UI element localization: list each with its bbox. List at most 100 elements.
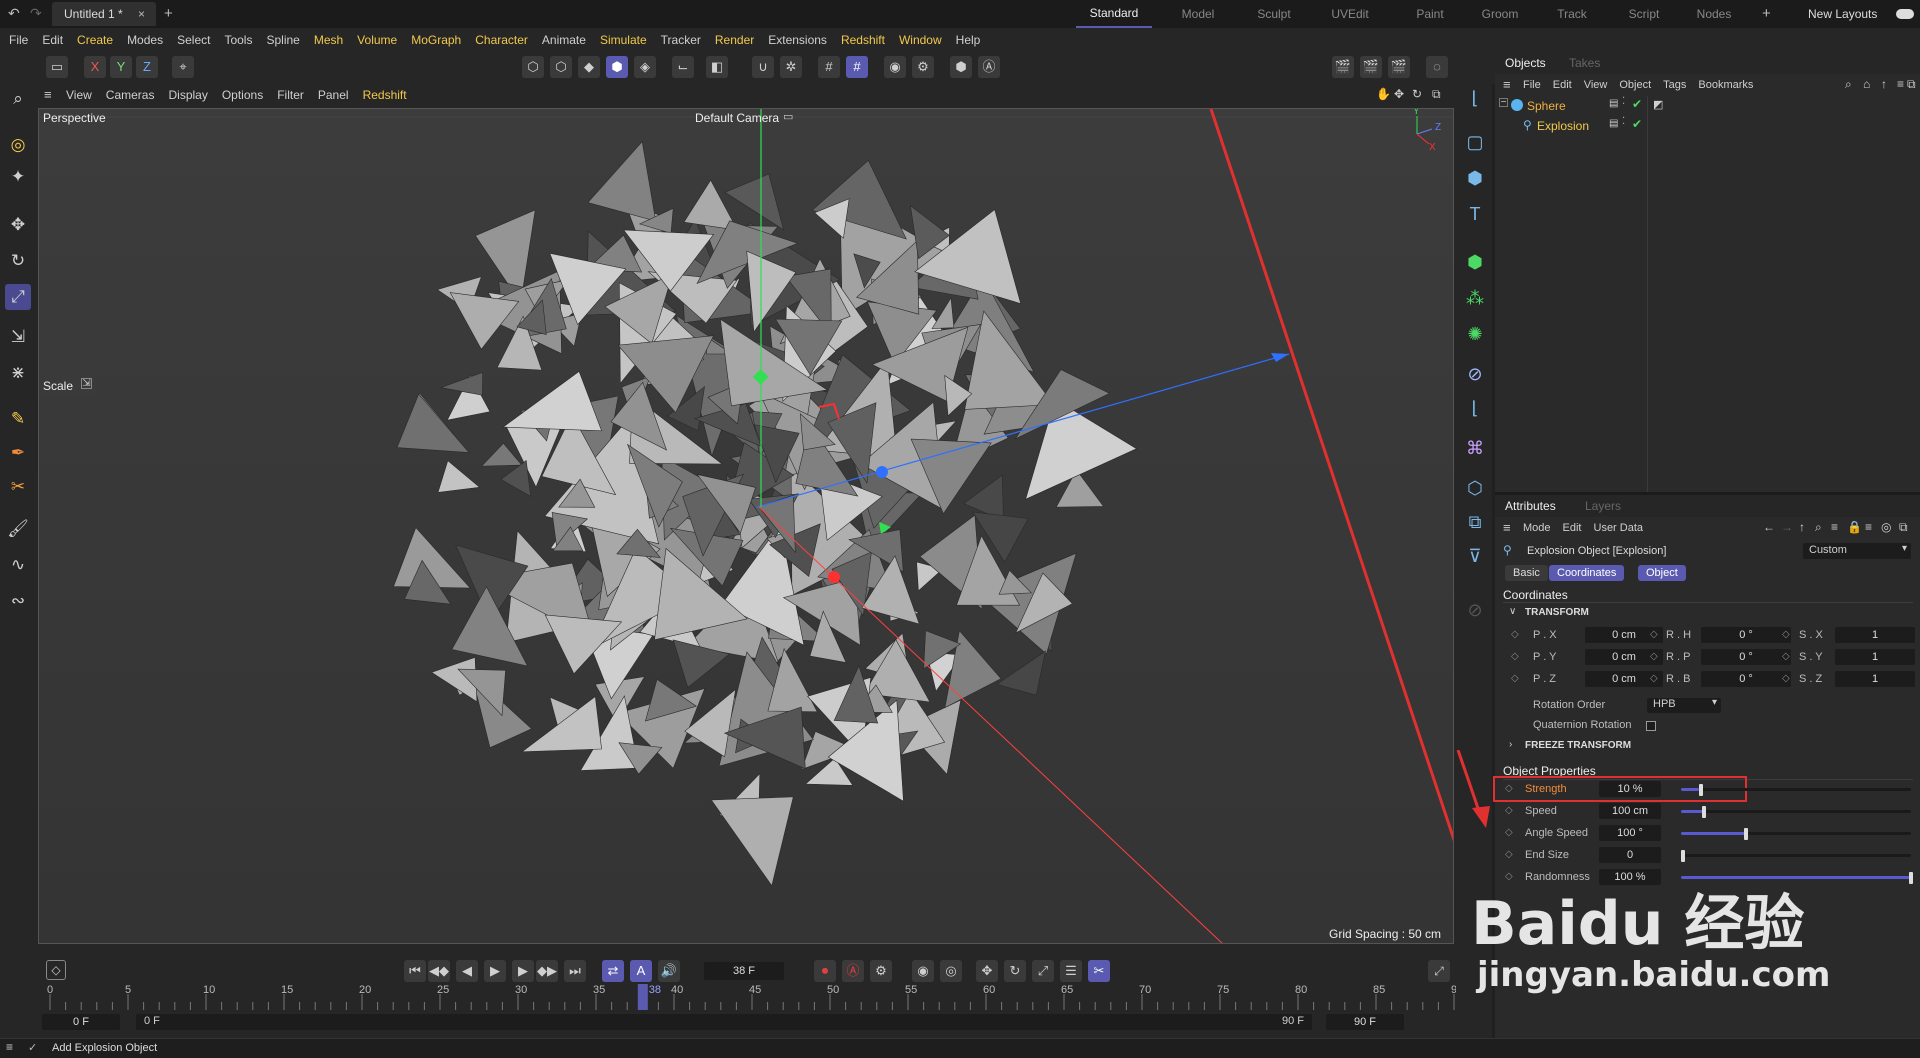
strength-field[interactable]: 10 %: [1599, 781, 1661, 797]
solo-icon[interactable]: ◧: [706, 56, 728, 78]
viewport-pan-icon[interactable]: ✋: [1376, 87, 1391, 101]
keyframe-diamond-icon[interactable]: ◇: [1650, 649, 1658, 665]
scale-expand-icon[interactable]: ⇲: [81, 378, 92, 389]
new-layouts-label[interactable]: New Layouts: [1808, 7, 1877, 21]
add-layout-icon[interactable]: +: [1762, 5, 1771, 22]
select-tool-icon[interactable]: ◎: [5, 132, 31, 158]
render-region-icon[interactable]: 🎬: [1332, 56, 1354, 78]
search-icon[interactable]: ⌕: [5, 86, 31, 112]
timeline-ruler[interactable]: 0 5 10 15 20 25 30 35 40 45 50 55 60 65 70 75 80 85 90 38: [36, 984, 1456, 1010]
cube-object-icon[interactable]: ⬢: [1461, 164, 1489, 192]
rh-field[interactable]: 0 °: [1701, 627, 1791, 643]
tab-attributes[interactable]: Attributes: [1505, 499, 1556, 513]
menu-create[interactable]: Create: [70, 28, 120, 52]
attributes-menu-mode[interactable]: Mode: [1517, 518, 1557, 538]
record-icon[interactable]: ⏺: [814, 960, 836, 982]
view-menu-icon[interactable]: ▭: [46, 56, 68, 78]
sound-icon[interactable]: 🔊: [658, 960, 680, 982]
camera-icon[interactable]: ▭: [783, 110, 793, 123]
motion-record-icon[interactable]: ◉: [912, 960, 934, 982]
attributes-menu-user-data[interactable]: User Data: [1588, 518, 1650, 538]
strength-slider[interactable]: [1681, 788, 1911, 791]
attributes-lock-icon[interactable]: 🔒: [1847, 520, 1862, 534]
current-frame-field[interactable]: 38 F: [704, 962, 784, 980]
snap-settings-icon[interactable]: ✲: [780, 56, 802, 78]
sculpt-icon[interactable]: ∿: [5, 552, 31, 578]
enabled-check-icon[interactable]: ✔: [1632, 97, 1642, 111]
objects-hamburger-icon[interactable]: ≡: [1503, 77, 1511, 92]
field-icon[interactable]: ⌊: [1461, 394, 1489, 422]
snap-magnet-icon[interactable]: ∪: [752, 56, 774, 78]
objects-menu-file[interactable]: File: [1517, 75, 1547, 95]
autokey-icon[interactable]: Ⓐ: [842, 960, 864, 982]
tab-layers[interactable]: Layers: [1585, 499, 1621, 513]
angle-speed-slider-knob[interactable]: [1744, 828, 1748, 840]
viewport-hamburger-icon[interactable]: ≡: [44, 87, 52, 102]
tab-basic[interactable]: Basic: [1505, 565, 1548, 581]
coordinate-system-icon[interactable]: ⌖: [172, 56, 194, 78]
text-object-icon[interactable]: T: [1461, 200, 1489, 228]
rp-field[interactable]: 0 °: [1701, 649, 1791, 665]
keyframe-settings-icon[interactable]: ⚙: [870, 960, 892, 982]
forward-arrow-icon[interactable]: →: [1781, 520, 1793, 534]
edit-tag-icon[interactable]: ▤: [1609, 118, 1618, 129]
workspace-tab-standard[interactable]: Standard: [1076, 0, 1152, 28]
end-frame-field[interactable]: 90 F: [1326, 1014, 1404, 1030]
render-settings-icon[interactable]: 🎬: [1388, 56, 1410, 78]
tab-objects[interactable]: Objects: [1505, 56, 1546, 70]
attributes-menu-edit[interactable]: Edit: [1557, 518, 1588, 538]
plane-icon[interactable]: ▢: [1461, 128, 1489, 156]
next-key-icon[interactable]: ◆▶: [536, 960, 558, 982]
redo-icon[interactable]: ↷: [30, 5, 42, 22]
status-menu-icon[interactable]: ≡: [6, 1040, 13, 1054]
redshift-icon[interactable]: Ⓐ: [978, 56, 1000, 78]
viewport-menu-view[interactable]: View: [59, 85, 99, 105]
paint-icon[interactable]: 🖌: [5, 516, 31, 542]
keyframe-diamond-icon[interactable]: ◇: [1505, 869, 1513, 885]
transform-tool-icon[interactable]: ⇲: [5, 324, 31, 350]
viewport-menu-panel[interactable]: Panel: [311, 85, 356, 105]
3d-viewport[interactable]: Perspective Default Camera ▭ Y X Z Scale…: [38, 108, 1454, 944]
keyframe-diamond-icon[interactable]: ◇: [1650, 627, 1658, 643]
tab-takes[interactable]: Takes: [1569, 56, 1600, 70]
spline-pen-icon[interactable]: ✎: [5, 406, 31, 432]
null-object-icon[interactable]: ⌊: [1461, 84, 1489, 112]
render-view-icon[interactable]: 🎬: [1360, 56, 1382, 78]
rotate-key-icon[interactable]: ↻: [1004, 960, 1026, 982]
strength-slider-knob[interactable]: [1699, 784, 1703, 796]
rotate-tool-icon[interactable]: ↻: [5, 248, 31, 274]
objects-home-icon[interactable]: ⌂: [1863, 77, 1870, 91]
workspace-tab-paint[interactable]: Paint: [1392, 0, 1468, 28]
objects-menu-object[interactable]: Object: [1613, 75, 1657, 95]
freeze-transform[interactable]: FREEZE TRANSFORM: [1525, 740, 1631, 751]
object-name-explosion[interactable]: Explosion: [1537, 119, 1589, 133]
subdivision-icon[interactable]: ⬢: [1461, 248, 1489, 276]
grid-snap-icon[interactable]: #: [818, 56, 840, 78]
menu-redshift[interactable]: Redshift: [834, 28, 892, 52]
move-key-icon[interactable]: ✥: [976, 960, 998, 982]
up-arrow-icon[interactable]: ↑: [1799, 520, 1805, 534]
angle-speed-field[interactable]: 100 °: [1599, 825, 1661, 841]
speed-slider[interactable]: [1681, 810, 1911, 813]
auto-key-mode-icon[interactable]: A: [630, 960, 652, 982]
light-object-icon[interactable]: ⊽: [1461, 542, 1489, 570]
move-tool-icon[interactable]: ✥: [5, 212, 31, 238]
play-icon[interactable]: ▶: [484, 960, 506, 982]
layout-toggle[interactable]: [1896, 9, 1914, 19]
workspace-tab-groom[interactable]: Groom: [1462, 0, 1538, 28]
edges-mode-icon[interactable]: ⬡: [550, 56, 572, 78]
model-mode-icon[interactable]: ⬢: [606, 56, 628, 78]
start-frame-field[interactable]: 0 F: [42, 1014, 120, 1030]
settings-gear-icon[interactable]: ⚙: [912, 56, 934, 78]
menu-modes[interactable]: Modes: [120, 28, 170, 52]
menu-animate[interactable]: Animate: [535, 28, 593, 52]
objects-up-icon[interactable]: ↑: [1881, 77, 1887, 91]
keyframe-diamond-icon[interactable]: ◇: [1782, 627, 1790, 643]
redshift-render-icon[interactable]: ◌: [1426, 56, 1448, 78]
model-tool-icon[interactable]: ⋇: [5, 360, 31, 386]
workspace-tab-uvedit[interactable]: UVEdit: [1312, 0, 1388, 28]
menu-render[interactable]: Render: [708, 28, 761, 52]
cloner-icon[interactable]: ⁂: [1461, 284, 1489, 312]
sz-field[interactable]: 1: [1835, 671, 1915, 687]
keyframe-diamond-icon[interactable]: ◇: [1511, 649, 1519, 665]
